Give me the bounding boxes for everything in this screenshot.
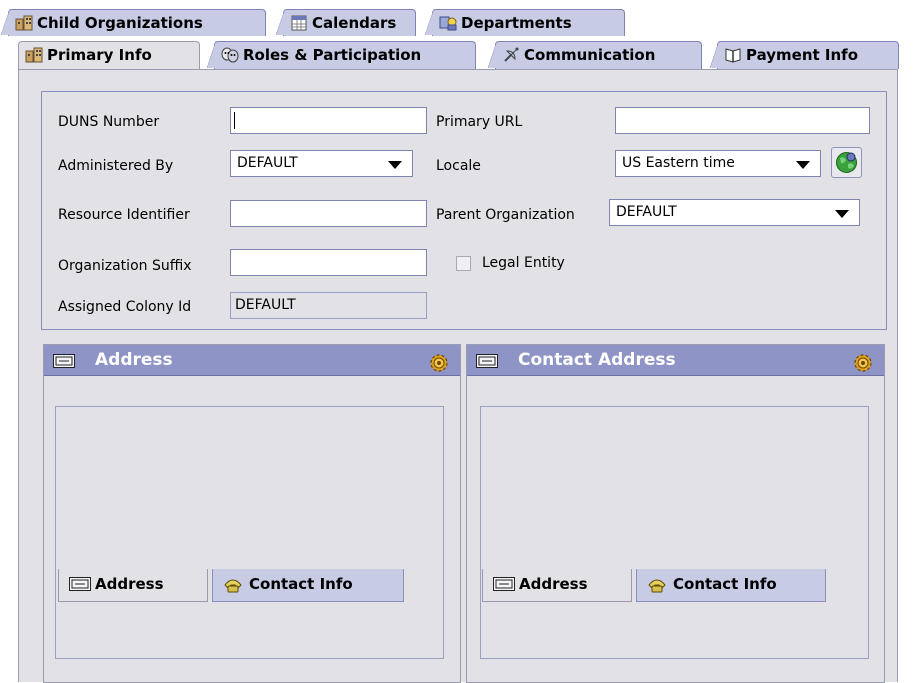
contact-address-panel-header: Contact Address — [467, 345, 884, 376]
building-icon — [25, 47, 43, 63]
panel-title: Address — [95, 350, 173, 370]
tab-payment-info[interactable]: Payment Info — [710, 41, 899, 69]
primary-url-label: Primary URL — [436, 114, 523, 130]
resource-identifier-input[interactable] — [230, 200, 427, 227]
assigned-colony-id-field: DEFAULT — [230, 292, 427, 319]
chevron-down-icon — [388, 161, 402, 169]
address-panel-tab-contact-info[interactable]: Contact Info — [212, 569, 404, 602]
gear-icon[interactable] — [428, 352, 450, 374]
address-panel: Address — [43, 344, 461, 683]
organization-suffix-input[interactable] — [230, 249, 427, 276]
parent-organization-label: Parent Organization — [436, 207, 575, 223]
primary-url-input[interactable] — [615, 107, 870, 134]
contact-address-content-area — [480, 406, 869, 659]
parent-organization-select[interactable]: DEFAULT — [609, 199, 860, 226]
tab-label: Child Organizations — [37, 14, 203, 32]
departments-icon — [439, 16, 457, 31]
contact-address-panel: Contact Address — [466, 344, 885, 683]
administered-by-label: Administered By — [58, 158, 174, 174]
tab-child-organizations[interactable]: Child Organizations — [1, 9, 266, 36]
locale-label: Locale — [436, 158, 481, 174]
tab-departments[interactable]: Departments — [425, 9, 625, 36]
legal-entity-label: Legal Entity — [482, 255, 565, 271]
locale-select[interactable]: US Eastern time — [615, 150, 821, 177]
address-card-icon — [53, 354, 75, 368]
tab-label: Communication — [524, 46, 656, 64]
address-card-icon — [69, 577, 91, 591]
tab-roles-participation[interactable]: Roles & Participation — [207, 41, 476, 69]
contact-panel-tab-contact-info[interactable]: Contact Info — [636, 569, 826, 602]
calendar-icon — [291, 15, 307, 31]
text-cursor — [234, 112, 235, 129]
satellite-icon — [504, 47, 519, 62]
tab-label: Roles & Participation — [243, 46, 422, 64]
masks-icon — [221, 47, 239, 63]
tab-label: Calendars — [312, 14, 397, 32]
tab-communication[interactable]: Communication — [488, 41, 702, 69]
gear-icon[interactable] — [852, 352, 874, 374]
globe-icon — [836, 152, 857, 173]
tab-calendars[interactable]: Calendars — [276, 9, 416, 36]
address-content-area — [55, 406, 444, 659]
tab-label: Primary Info — [47, 46, 152, 64]
address-panel-tab-address[interactable]: Address — [58, 569, 208, 602]
address-panel-header: Address — [44, 345, 460, 376]
contact-panel-tab-address[interactable]: Address — [482, 569, 632, 602]
address-card-icon — [493, 577, 515, 591]
organization-icon — [15, 15, 33, 31]
chevron-down-icon — [835, 210, 849, 218]
address-card-icon — [476, 354, 498, 368]
duns-number-input[interactable] — [230, 107, 427, 134]
tab-label: Payment Info — [746, 46, 858, 64]
phone-icon — [224, 579, 242, 593]
tab-label: Departments — [461, 14, 572, 32]
organization-form: DUNS Number Primary URL Administered By … — [41, 91, 887, 330]
duns-number-label: DUNS Number — [58, 114, 160, 130]
locale-lookup-button[interactable] — [831, 147, 862, 178]
resource-identifier-label: Resource Identifier — [58, 207, 190, 223]
panel-title: Contact Address — [518, 350, 676, 370]
tab-primary-info[interactable]: Primary Info — [18, 41, 200, 69]
phone-icon — [648, 579, 666, 593]
book-icon — [725, 48, 741, 63]
organization-suffix-label: Organization Suffix — [58, 258, 192, 274]
chevron-down-icon — [796, 161, 810, 169]
administered-by-select[interactable]: DEFAULT — [230, 150, 413, 177]
assigned-colony-id-label: Assigned Colony Id — [58, 299, 192, 315]
legal-entity-checkbox[interactable] — [456, 256, 471, 271]
